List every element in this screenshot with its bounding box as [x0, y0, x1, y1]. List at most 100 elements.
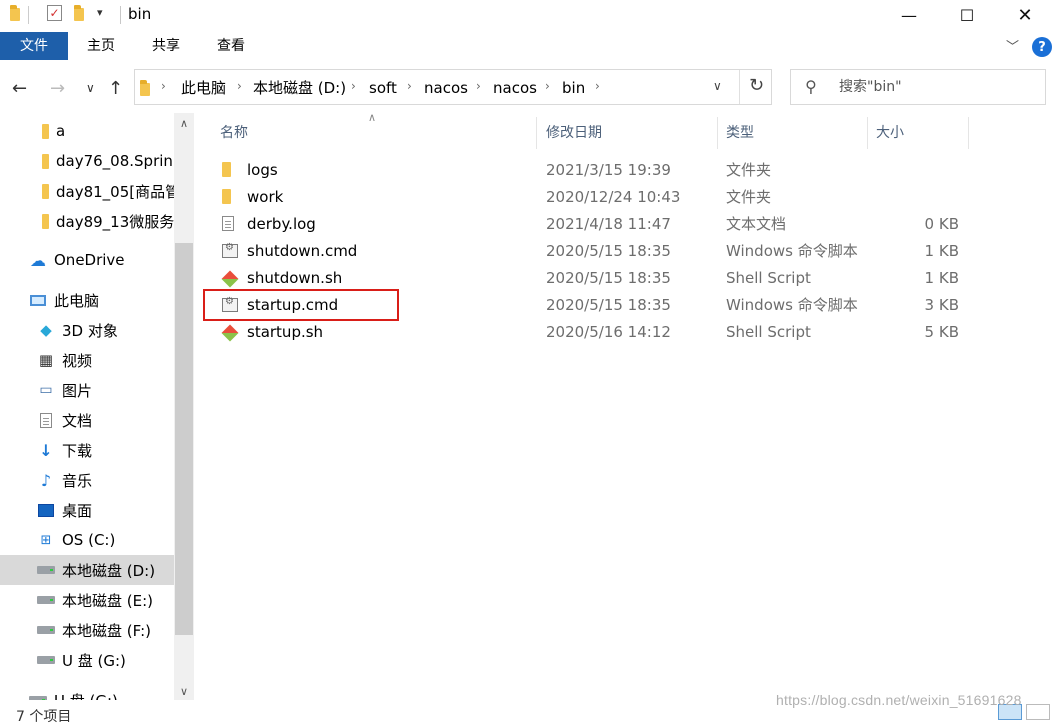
file-name: shutdown.cmd: [247, 242, 358, 260]
breadcrumb-soft[interactable]: soft: [369, 78, 397, 98]
picture-icon: ▭: [39, 382, 53, 398]
sidebar-item-day81[interactable]: day81_05[商品管: [0, 176, 174, 206]
new-folder-icon[interactable]: [74, 5, 88, 22]
column-header-date[interactable]: 修改日期: [546, 122, 602, 142]
sidebar-item-label: 图片: [62, 381, 93, 400]
sidebar-item-pictures[interactable]: ▭ 图片: [0, 375, 174, 405]
folder-icon[interactable]: [10, 5, 24, 22]
sidebar-item-day76[interactable]: day76_08.Sprin: [0, 146, 174, 176]
sidebar-item-drive-e[interactable]: 本地磁盘 (E:): [0, 585, 174, 615]
sidebar-item-drive-d[interactable]: 本地磁盘 (D:): [0, 555, 174, 585]
file-date: 2020/5/15 18:35: [546, 242, 671, 260]
music-icon: ♪: [40, 470, 52, 490]
scroll-up-icon[interactable]: ∧: [174, 117, 194, 130]
sidebar-item-downloads[interactable]: ↓ 下载: [0, 435, 174, 465]
file-type: Shell Script: [726, 323, 811, 341]
sidebar-item-a[interactable]: a: [0, 116, 174, 146]
file-date: 2021/4/18 11:47: [546, 215, 671, 233]
column-divider[interactable]: [536, 117, 537, 149]
sidebar-item-onedrive[interactable]: ☁ OneDrive: [0, 245, 174, 275]
table-row[interactable]: startup.sh 2020/5/16 14:12 Shell Script …: [196, 318, 966, 345]
title-divider: [120, 6, 121, 24]
folder-icon: [222, 162, 231, 181]
breadcrumb-separator-icon[interactable]: ›: [476, 79, 481, 93]
file-type: 文本文档: [726, 215, 787, 233]
properties-icon[interactable]: ✓: [47, 5, 62, 21]
breadcrumb-nacos[interactable]: nacos: [424, 78, 468, 98]
watermark-text: https://blog.csdn.net/weixin_51691628: [776, 692, 1022, 708]
window-title: bin: [128, 5, 152, 23]
breadcrumb-bin[interactable]: bin: [562, 78, 585, 98]
sidebar-item-desktop[interactable]: 桌面: [0, 495, 174, 525]
sidebar-item-videos[interactable]: ▦ 视频: [0, 345, 174, 375]
breadcrumb-drive-d[interactable]: 本地磁盘 (D:): [253, 78, 346, 98]
sidebar-item-usb-g[interactable]: U 盘 (G:): [0, 645, 174, 675]
help-icon[interactable]: ?: [1032, 37, 1052, 57]
column-divider[interactable]: [717, 117, 718, 149]
tab-home[interactable]: 主页: [70, 32, 132, 60]
file-type: Shell Script: [726, 269, 811, 287]
column-divider[interactable]: [867, 117, 868, 149]
file-size: 1 KB: [924, 242, 959, 260]
windows-drive-icon: ⊞: [40, 532, 52, 548]
sidebar-item-3d-objects[interactable]: ◆ 3D 对象: [0, 315, 174, 345]
tab-file[interactable]: 文件: [0, 32, 68, 60]
breadcrumb-separator-icon[interactable]: ›: [161, 79, 166, 93]
table-row[interactable]: work 2020/12/24 10:43 文件夹: [196, 183, 966, 210]
breadcrumb-separator-icon[interactable]: ›: [545, 79, 550, 93]
column-divider[interactable]: [968, 117, 969, 149]
recent-locations-chevron-icon[interactable]: ∨: [86, 81, 95, 95]
sidebar-item-label: day76_08.Sprin: [56, 152, 173, 170]
table-row[interactable]: logs 2021/3/15 19:39 文件夹: [196, 156, 966, 183]
computer-icon: [28, 291, 48, 309]
maximize-button[interactable]: ☐: [938, 0, 996, 30]
video-icon: ▦: [38, 351, 54, 369]
address-history-chevron-icon[interactable]: ∨: [713, 79, 722, 93]
usb-drive-icon: [36, 651, 56, 669]
file-size: 3 KB: [924, 296, 959, 314]
sidebar-item-label: U 盘 (G:): [62, 651, 126, 670]
sidebar-item-music[interactable]: ♪ 音乐: [0, 465, 174, 495]
tab-share[interactable]: 共享: [134, 32, 198, 60]
refresh-icon[interactable]: ↻: [749, 75, 764, 96]
sidebar-item-label: 桌面: [62, 501, 93, 520]
table-row[interactable]: shutdown.sh 2020/5/15 18:35 Shell Script…: [196, 264, 966, 291]
customize-toolbar-chevron-icon[interactable]: ▾: [97, 6, 103, 19]
table-row[interactable]: derby.log 2021/4/18 11:47 文本文档 0 KB: [196, 210, 966, 237]
minimize-button[interactable]: —: [880, 0, 938, 30]
tab-view[interactable]: 查看: [200, 32, 262, 60]
column-header-size[interactable]: 大小: [876, 122, 904, 142]
scrollbar-thumb[interactable]: [175, 243, 193, 635]
sidebar-item-documents[interactable]: 文档: [0, 405, 174, 435]
scroll-down-icon[interactable]: ∨: [174, 685, 194, 698]
back-arrow-icon[interactable]: ←: [12, 78, 27, 99]
column-header-type[interactable]: 类型: [726, 122, 754, 142]
sidebar-item-this-pc[interactable]: 此电脑: [0, 285, 174, 315]
large-icons-view-icon[interactable]: [1026, 704, 1050, 720]
forward-arrow-icon[interactable]: →: [50, 78, 65, 99]
search-input[interactable]: [839, 74, 1039, 100]
sidebar-item-day89[interactable]: day89_13微服务: [0, 206, 174, 236]
shell-script-icon: [221, 324, 239, 343]
document-icon: [36, 411, 56, 429]
sidebar-item-label: day89_13微服务: [56, 212, 174, 231]
close-button[interactable]: ✕: [996, 0, 1054, 30]
breadcrumb-nacos-inner[interactable]: nacos: [493, 78, 537, 98]
sidebar-item-drive-f[interactable]: 本地磁盘 (F:): [0, 615, 174, 645]
address-bar[interactable]: › 此电脑 › 本地磁盘 (D:) › soft › nacos › nacos…: [134, 69, 772, 105]
breadcrumb-separator-icon[interactable]: ›: [351, 79, 356, 93]
column-header-name[interactable]: 名称: [220, 122, 248, 142]
breadcrumb-this-pc[interactable]: 此电脑: [181, 78, 226, 98]
table-row[interactable]: shutdown.cmd 2020/5/15 18:35 Windows 命令脚…: [196, 237, 966, 264]
search-box[interactable]: ⚲: [790, 69, 1046, 105]
up-arrow-icon[interactable]: ↑: [108, 78, 123, 99]
sidebar-item-label: 下载: [62, 441, 93, 460]
navigation-bar: ← → ∨ ↑ › 此电脑 › 本地磁盘 (D:) › soft › nacos…: [0, 66, 1055, 112]
expand-ribbon-chevron-icon[interactable]: ﹀: [1006, 36, 1019, 55]
breadcrumb-separator-icon[interactable]: ›: [237, 79, 242, 93]
sidebar-item-drive-c[interactable]: ⊞ OS (C:): [0, 525, 174, 555]
cube-icon: ◆: [40, 321, 52, 339]
breadcrumb-separator-icon[interactable]: ›: [595, 79, 600, 93]
desktop-icon: [36, 501, 56, 519]
breadcrumb-separator-icon[interactable]: ›: [407, 79, 412, 93]
